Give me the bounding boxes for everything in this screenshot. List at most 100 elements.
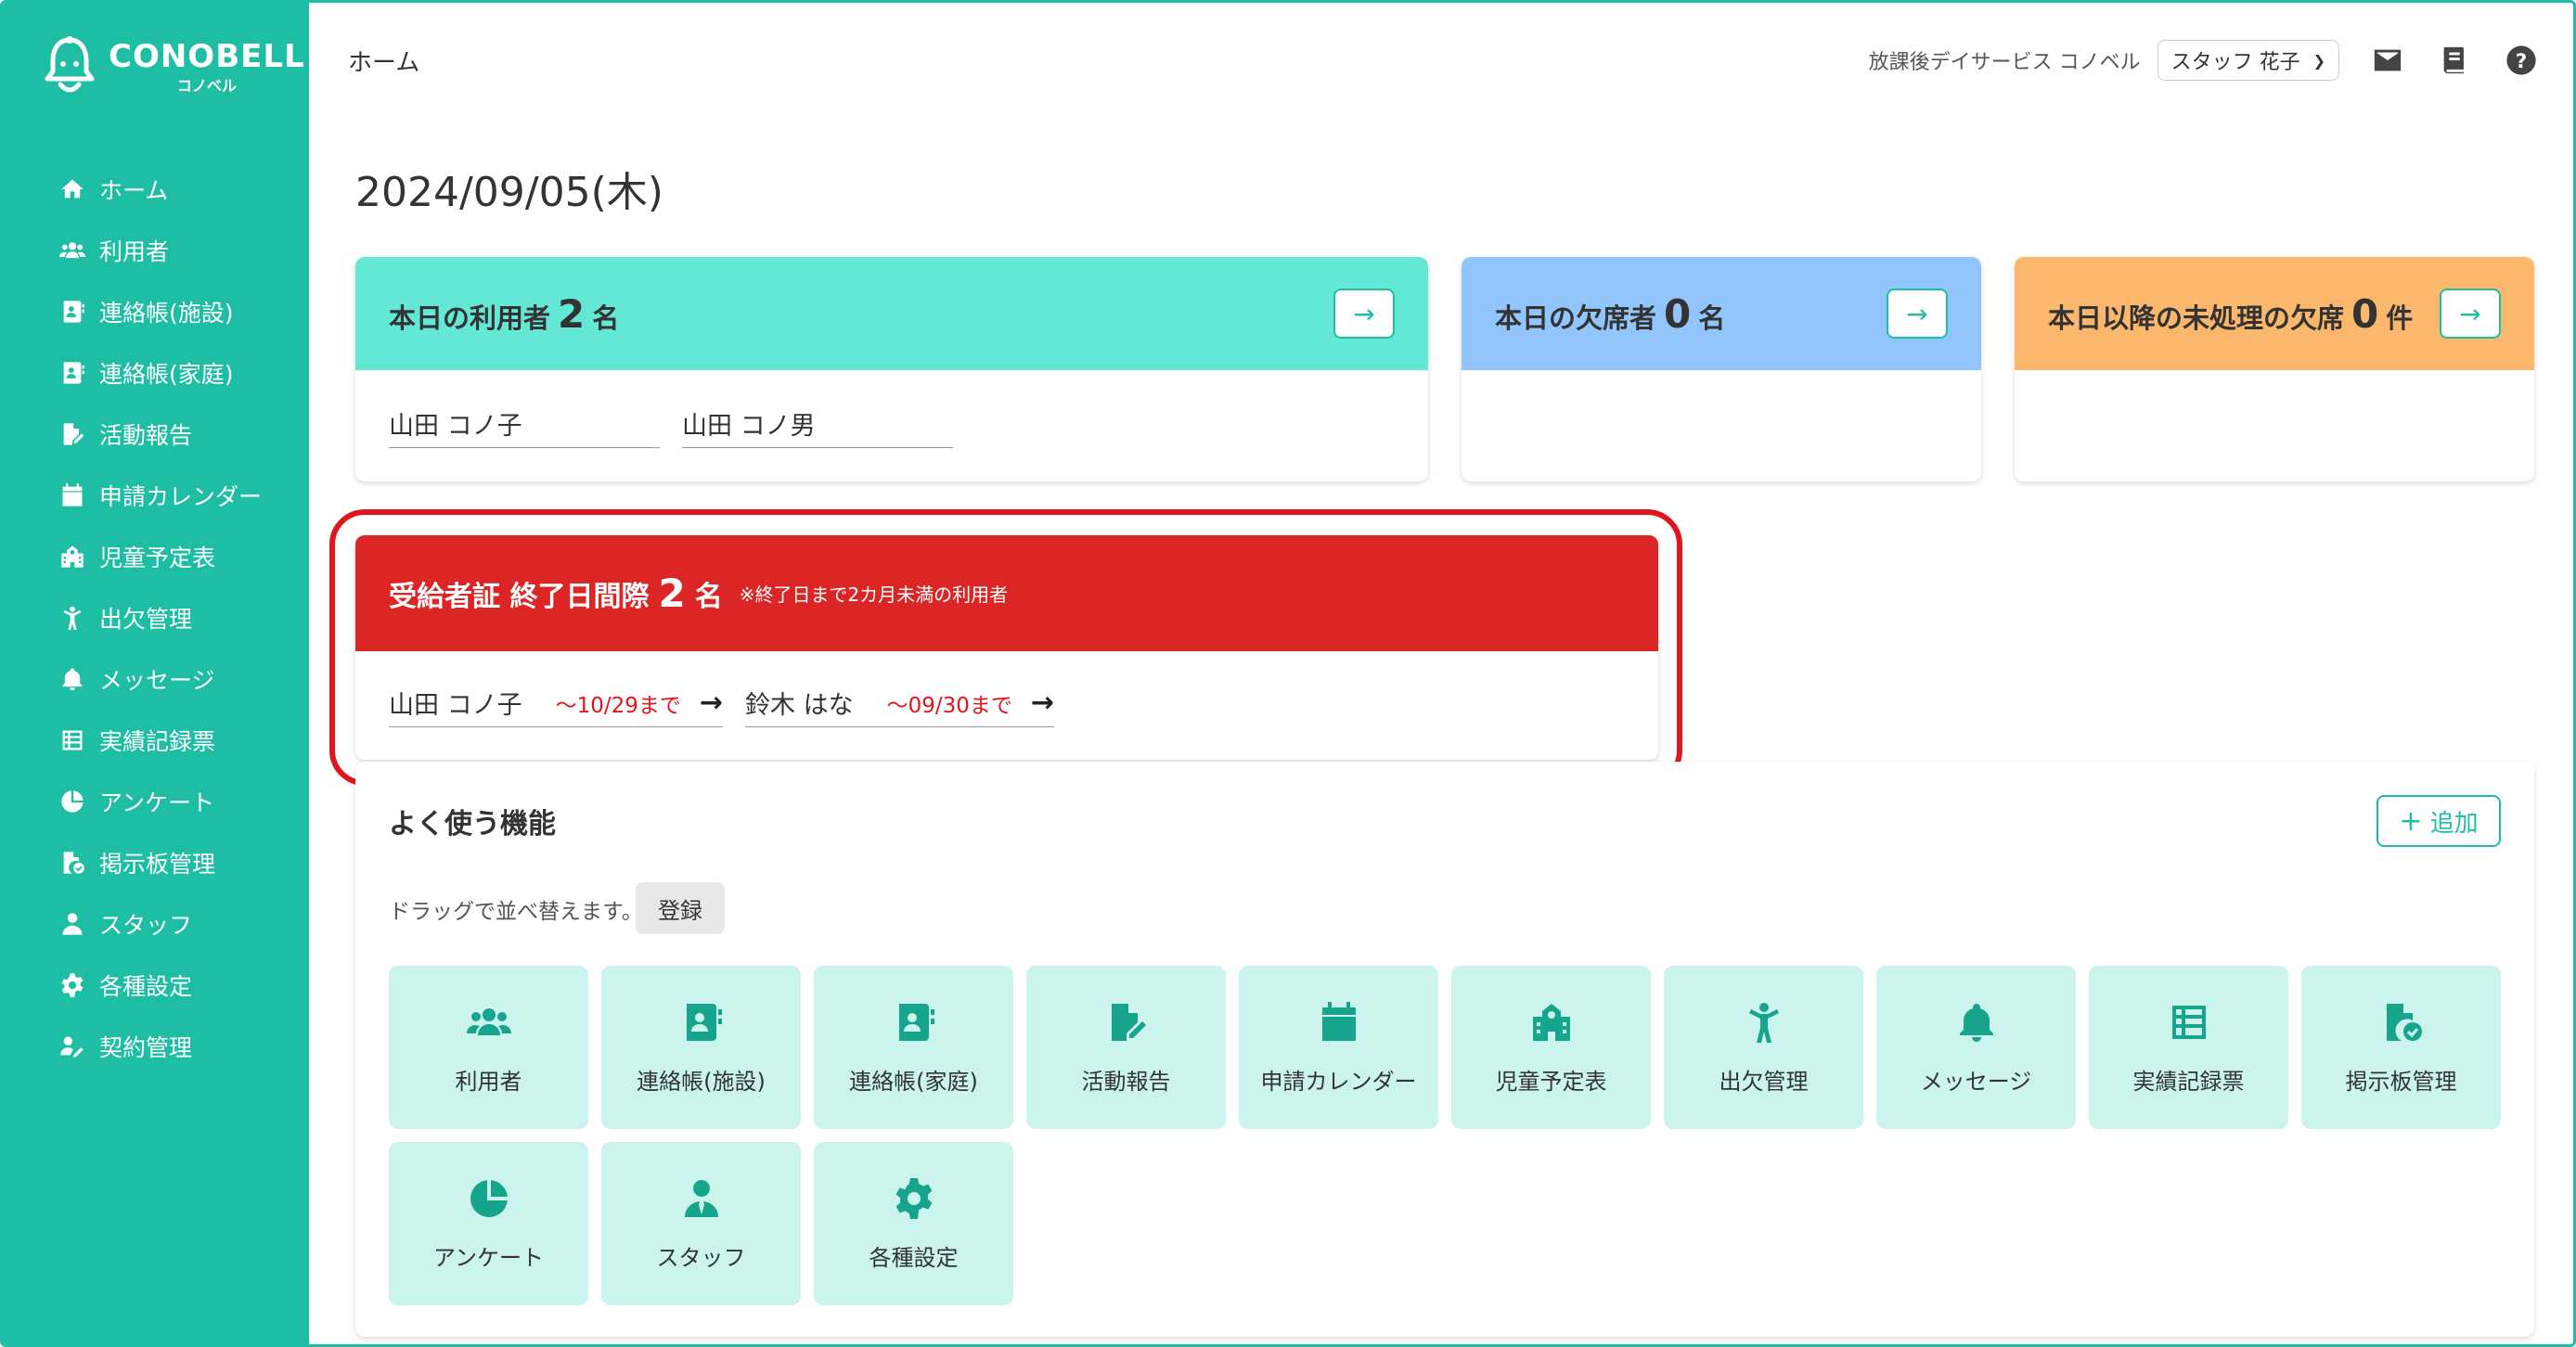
school-icon <box>58 543 86 571</box>
tile-attendance[interactable]: 出欠管理 <box>1664 966 1863 1129</box>
feature-tiles: 利用者 連絡帳(施設) 連絡帳(家庭) 活動報告 申請カレンダー 児童予定表 出… <box>389 966 2505 1305</box>
add-button[interactable]: + 追加 <box>2376 795 2501 847</box>
sidebar-item-label: 出欠管理 <box>99 606 193 633</box>
list-icon <box>58 726 86 754</box>
sidebar-item-contact-home[interactable]: 連絡帳(家庭) <box>3 342 309 404</box>
plus-icon: + <box>2399 804 2423 838</box>
pie-chart-icon <box>467 1176 511 1225</box>
sidebar-item-activity-report[interactable]: 活動報告 <box>3 404 309 465</box>
tile-users[interactable]: 利用者 <box>389 966 588 1129</box>
tile-records[interactable]: 実績記録票 <box>2089 966 2288 1129</box>
certificate-expiry-card: 受給者証 終了日間際 2 名 ※終了日まで2カ月未満の利用者 山田 コノ子 〜1… <box>355 535 1658 760</box>
sidebar-item-survey[interactable]: アンケート <box>3 771 309 832</box>
tile-message[interactable]: メッセージ <box>1876 966 2076 1129</box>
tile-contact-home[interactable]: 連絡帳(家庭) <box>814 966 1013 1129</box>
sidebar-item-label: 実績記録票 <box>99 728 216 755</box>
child-icon <box>58 604 86 632</box>
tile-activity-report[interactable]: 活動報告 <box>1026 966 1226 1129</box>
register-button[interactable]: 登録 <box>636 882 725 934</box>
arrow-right-icon: → <box>699 686 724 719</box>
sidebar-item-contact-facility[interactable]: 連絡帳(施設) <box>3 281 309 342</box>
tile-label: 活動報告 <box>1081 1068 1171 1095</box>
pending-absent-card: 本日以降の未処理の欠席 0 件 → <box>2015 257 2534 481</box>
sidebar-item-attendance[interactable]: 出欠管理 <box>3 587 309 648</box>
sidebar-item-settings[interactable]: 各種設定 <box>3 955 309 1016</box>
sidebar-item-label: 利用者 <box>99 238 170 265</box>
tile-child-schedule[interactable]: 児童予定表 <box>1451 966 1651 1129</box>
today-users-card: 本日の利用者 2 名 → 山田 コノ子 山田 コノ男 <box>355 257 1428 481</box>
sidebar-item-child-schedule[interactable]: 児童予定表 <box>3 526 309 587</box>
mail-icon[interactable] <box>2369 42 2406 79</box>
card-unit: 名 <box>1698 301 1726 334</box>
manual-book-icon[interactable] <box>2436 42 2473 79</box>
sidebar-item-label: メッセージ <box>99 667 215 694</box>
card-header: 本日の利用者 2 名 → <box>355 257 1428 370</box>
card-count: 0 <box>1664 290 1692 337</box>
chevron-down-icon: ❯ <box>2312 51 2325 70</box>
card-title: 本日の利用者 <box>389 301 551 334</box>
tile-settings[interactable]: 各種設定 <box>814 1142 1013 1305</box>
tile-staff[interactable]: スタッフ <box>601 1142 801 1305</box>
user-chip[interactable]: 山田 コノ子 <box>389 405 660 448</box>
tile-survey[interactable]: アンケート <box>389 1142 588 1305</box>
tile-label: 掲示板管理 <box>2345 1068 2457 1095</box>
sidebar-item-contract[interactable]: 契約管理 <box>3 1016 309 1077</box>
tile-calendar[interactable]: 申請カレンダー <box>1239 966 1438 1129</box>
edit-document-icon <box>1104 1000 1149 1048</box>
expiry-date: 〜09/30まで <box>886 693 1012 718</box>
sidebar-item-label: 申請カレンダー <box>99 483 263 510</box>
expiry-user-chip[interactable]: 鈴木 はな 〜09/30まで → <box>745 685 1055 727</box>
calendar-icon <box>58 481 86 509</box>
sidebar-item-label: 連絡帳(家庭) <box>99 361 234 388</box>
child-icon <box>1742 1000 1786 1048</box>
sidebar-item-calendar[interactable]: 申請カレンダー <box>3 465 309 526</box>
expiry-user-name: 鈴木 はな <box>745 691 854 720</box>
card-title: 受給者証 終了日間際 <box>389 580 650 613</box>
open-pending-absent-button[interactable]: → <box>2440 289 2501 339</box>
open-today-users-button[interactable]: → <box>1333 289 1395 339</box>
sidebar-item-label: 各種設定 <box>99 973 193 1000</box>
sidebar-item-label: 活動報告 <box>99 422 193 449</box>
card-count: 2 <box>558 290 586 337</box>
edit-document-icon <box>58 420 86 448</box>
staff-select[interactable]: スタッフ 花子 ❯ <box>2157 40 2339 81</box>
sidebar-item-label: 連絡帳(施設) <box>99 300 234 327</box>
sidebar-item-label: スタッフ <box>99 912 193 939</box>
open-today-absent-button[interactable]: → <box>1887 289 1948 339</box>
tile-label: 各種設定 <box>869 1244 959 1271</box>
expiry-user-chip[interactable]: 山田 コノ子 〜10/29まで → <box>389 685 724 727</box>
tile-contact-facility[interactable]: 連絡帳(施設) <box>601 966 801 1129</box>
tile-bulletin[interactable]: 掲示板管理 <box>2301 966 2501 1129</box>
tile-label: 出欠管理 <box>1719 1068 1809 1095</box>
section-title: よく使う機能 <box>389 808 556 840</box>
list-icon <box>2167 1000 2211 1048</box>
arrow-right-icon: → <box>1030 686 1055 719</box>
sidebar-nav: ホーム 利用者 連絡帳(施設) 連絡帳(家庭) 活動報告 申請カレンダー 児童予… <box>3 159 309 1077</box>
svg-text:?: ? <box>2516 50 2527 73</box>
contact-book-icon <box>58 359 86 387</box>
gear-icon <box>58 971 86 999</box>
sidebar-item-users[interactable]: 利用者 <box>3 220 309 281</box>
tile-label: メッセージ <box>1920 1068 2032 1095</box>
sidebar-item-records[interactable]: 実績記録票 <box>3 710 309 771</box>
drag-hint: ドラッグで並べ替えます。 <box>389 900 643 924</box>
logo[interactable]: CONOBELL コノベル <box>40 34 305 99</box>
favorite-features-panel: よく使う機能 + 追加 ドラッグで並べ替えます。 登録 利用者 連絡帳(施設) … <box>355 762 2534 1337</box>
sidebar-item-message[interactable]: メッセージ <box>3 648 309 710</box>
staff-icon <box>679 1176 724 1225</box>
top-bar: ホーム 放課後デイサービス コノベル スタッフ 花子 ❯ ? <box>309 3 2573 114</box>
sidebar-item-bulletin[interactable]: 掲示板管理 <box>3 832 309 893</box>
expiry-user-name: 山田 コノ子 <box>389 691 522 720</box>
tile-label: 実績記録票 <box>2132 1068 2245 1095</box>
help-icon[interactable]: ? <box>2503 42 2540 79</box>
add-button-label: 追加 <box>2429 809 2479 838</box>
contract-icon <box>58 1033 86 1060</box>
sidebar-item-home[interactable]: ホーム <box>3 159 309 220</box>
user-chip[interactable]: 山田 コノ男 <box>682 405 953 448</box>
arrow-right-icon: → <box>2459 298 2481 329</box>
home-icon <box>58 175 86 203</box>
document-check-icon <box>2379 1000 2424 1048</box>
breadcrumb: ホーム <box>348 49 420 77</box>
sidebar-item-staff[interactable]: スタッフ <box>3 893 309 955</box>
card-unit: 名 <box>694 580 723 613</box>
